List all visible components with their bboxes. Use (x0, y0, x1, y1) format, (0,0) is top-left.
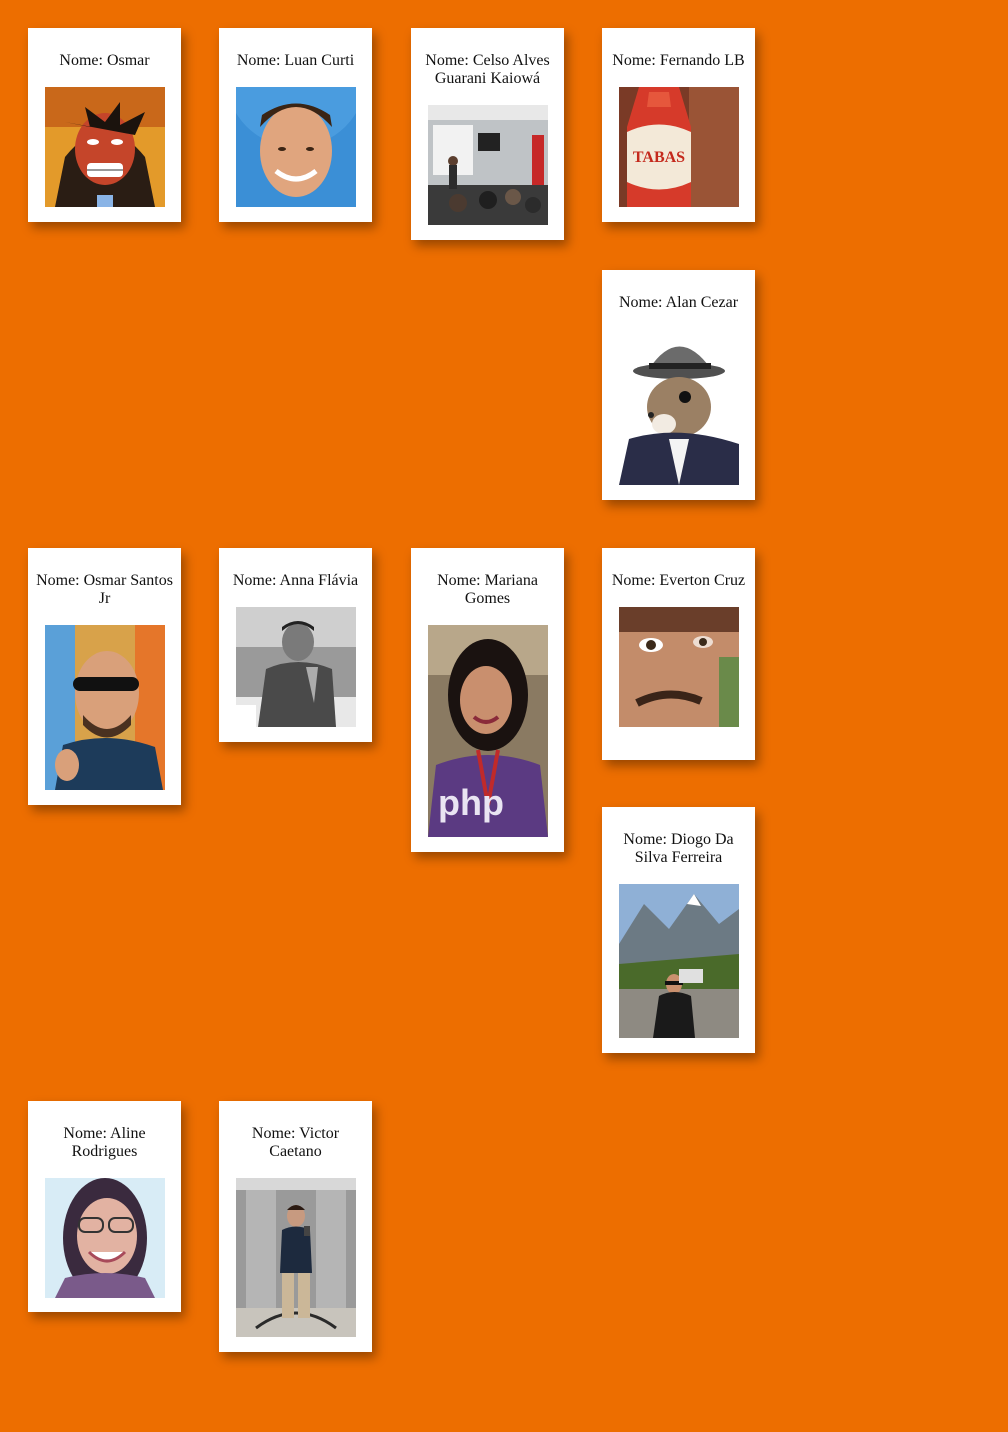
card-name: Nome: Diogo Da Silva Ferreira (623, 831, 734, 866)
profile-card-mariana-gomes: Nome: Mariana Gomes php (411, 548, 564, 852)
avatar: php (427, 625, 548, 837)
card-name: Nome: Fernando LB (612, 52, 745, 69)
avatar (44, 625, 165, 790)
avatar (618, 884, 739, 1038)
profile-card-luan-curti: Nome: Luan Curti (219, 28, 372, 222)
profile-card-alan-cezar: Nome: Alan Cezar (602, 270, 755, 500)
profile-card-osmar: Nome: Osmar (28, 28, 181, 222)
profile-card-fernando-lb: Nome: Fernando LB TABAS (602, 28, 755, 222)
profile-card-diogo-ferreira: Nome: Diogo Da Silva Ferreira (602, 807, 755, 1053)
avatar (618, 607, 739, 727)
profile-card-aline-rodrigues: Nome: Aline Rodrigues (28, 1101, 181, 1312)
avatar (44, 1178, 165, 1298)
avatar (235, 87, 356, 207)
avatar (427, 105, 548, 225)
profile-card-victor-caetano: Nome: Victor Caetano (219, 1101, 372, 1352)
svg-text:TABAS: TABAS (632, 149, 684, 166)
card-name: Nome: Anna Flávia (232, 572, 359, 589)
card-name: Nome: Luan Curti (236, 52, 355, 69)
avatar (235, 1178, 356, 1337)
card-name: Nome: Everton Cruz (611, 572, 746, 589)
profile-card-anna-flavia: Nome: Anna Flávia (219, 548, 372, 742)
avatar: TABAS (618, 87, 739, 207)
avatar (44, 87, 165, 207)
profile-card-celso-alves: Nome: Celso Alves Guarani Kaiowá (411, 28, 564, 240)
card-name: Nome: Victor Caetano (251, 1125, 340, 1160)
profile-card-osmar-santos-jr: Nome: Osmar Santos Jr (28, 548, 181, 805)
card-name: Nome: Alan Cezar (618, 294, 739, 311)
card-name: Nome: Celso Alves Guarani Kaiowá (425, 52, 550, 87)
profile-card-everton-cruz: Nome: Everton Cruz (602, 548, 755, 760)
avatar (618, 329, 739, 485)
svg-text:php: php (438, 782, 504, 823)
card-name: Nome: Aline Rodrigues (63, 1125, 146, 1160)
card-name: Nome: Osmar Santos Jr (36, 572, 173, 607)
avatar (235, 607, 356, 727)
card-name: Nome: Osmar (59, 52, 150, 69)
card-name: Nome: Mariana Gomes (437, 572, 538, 607)
